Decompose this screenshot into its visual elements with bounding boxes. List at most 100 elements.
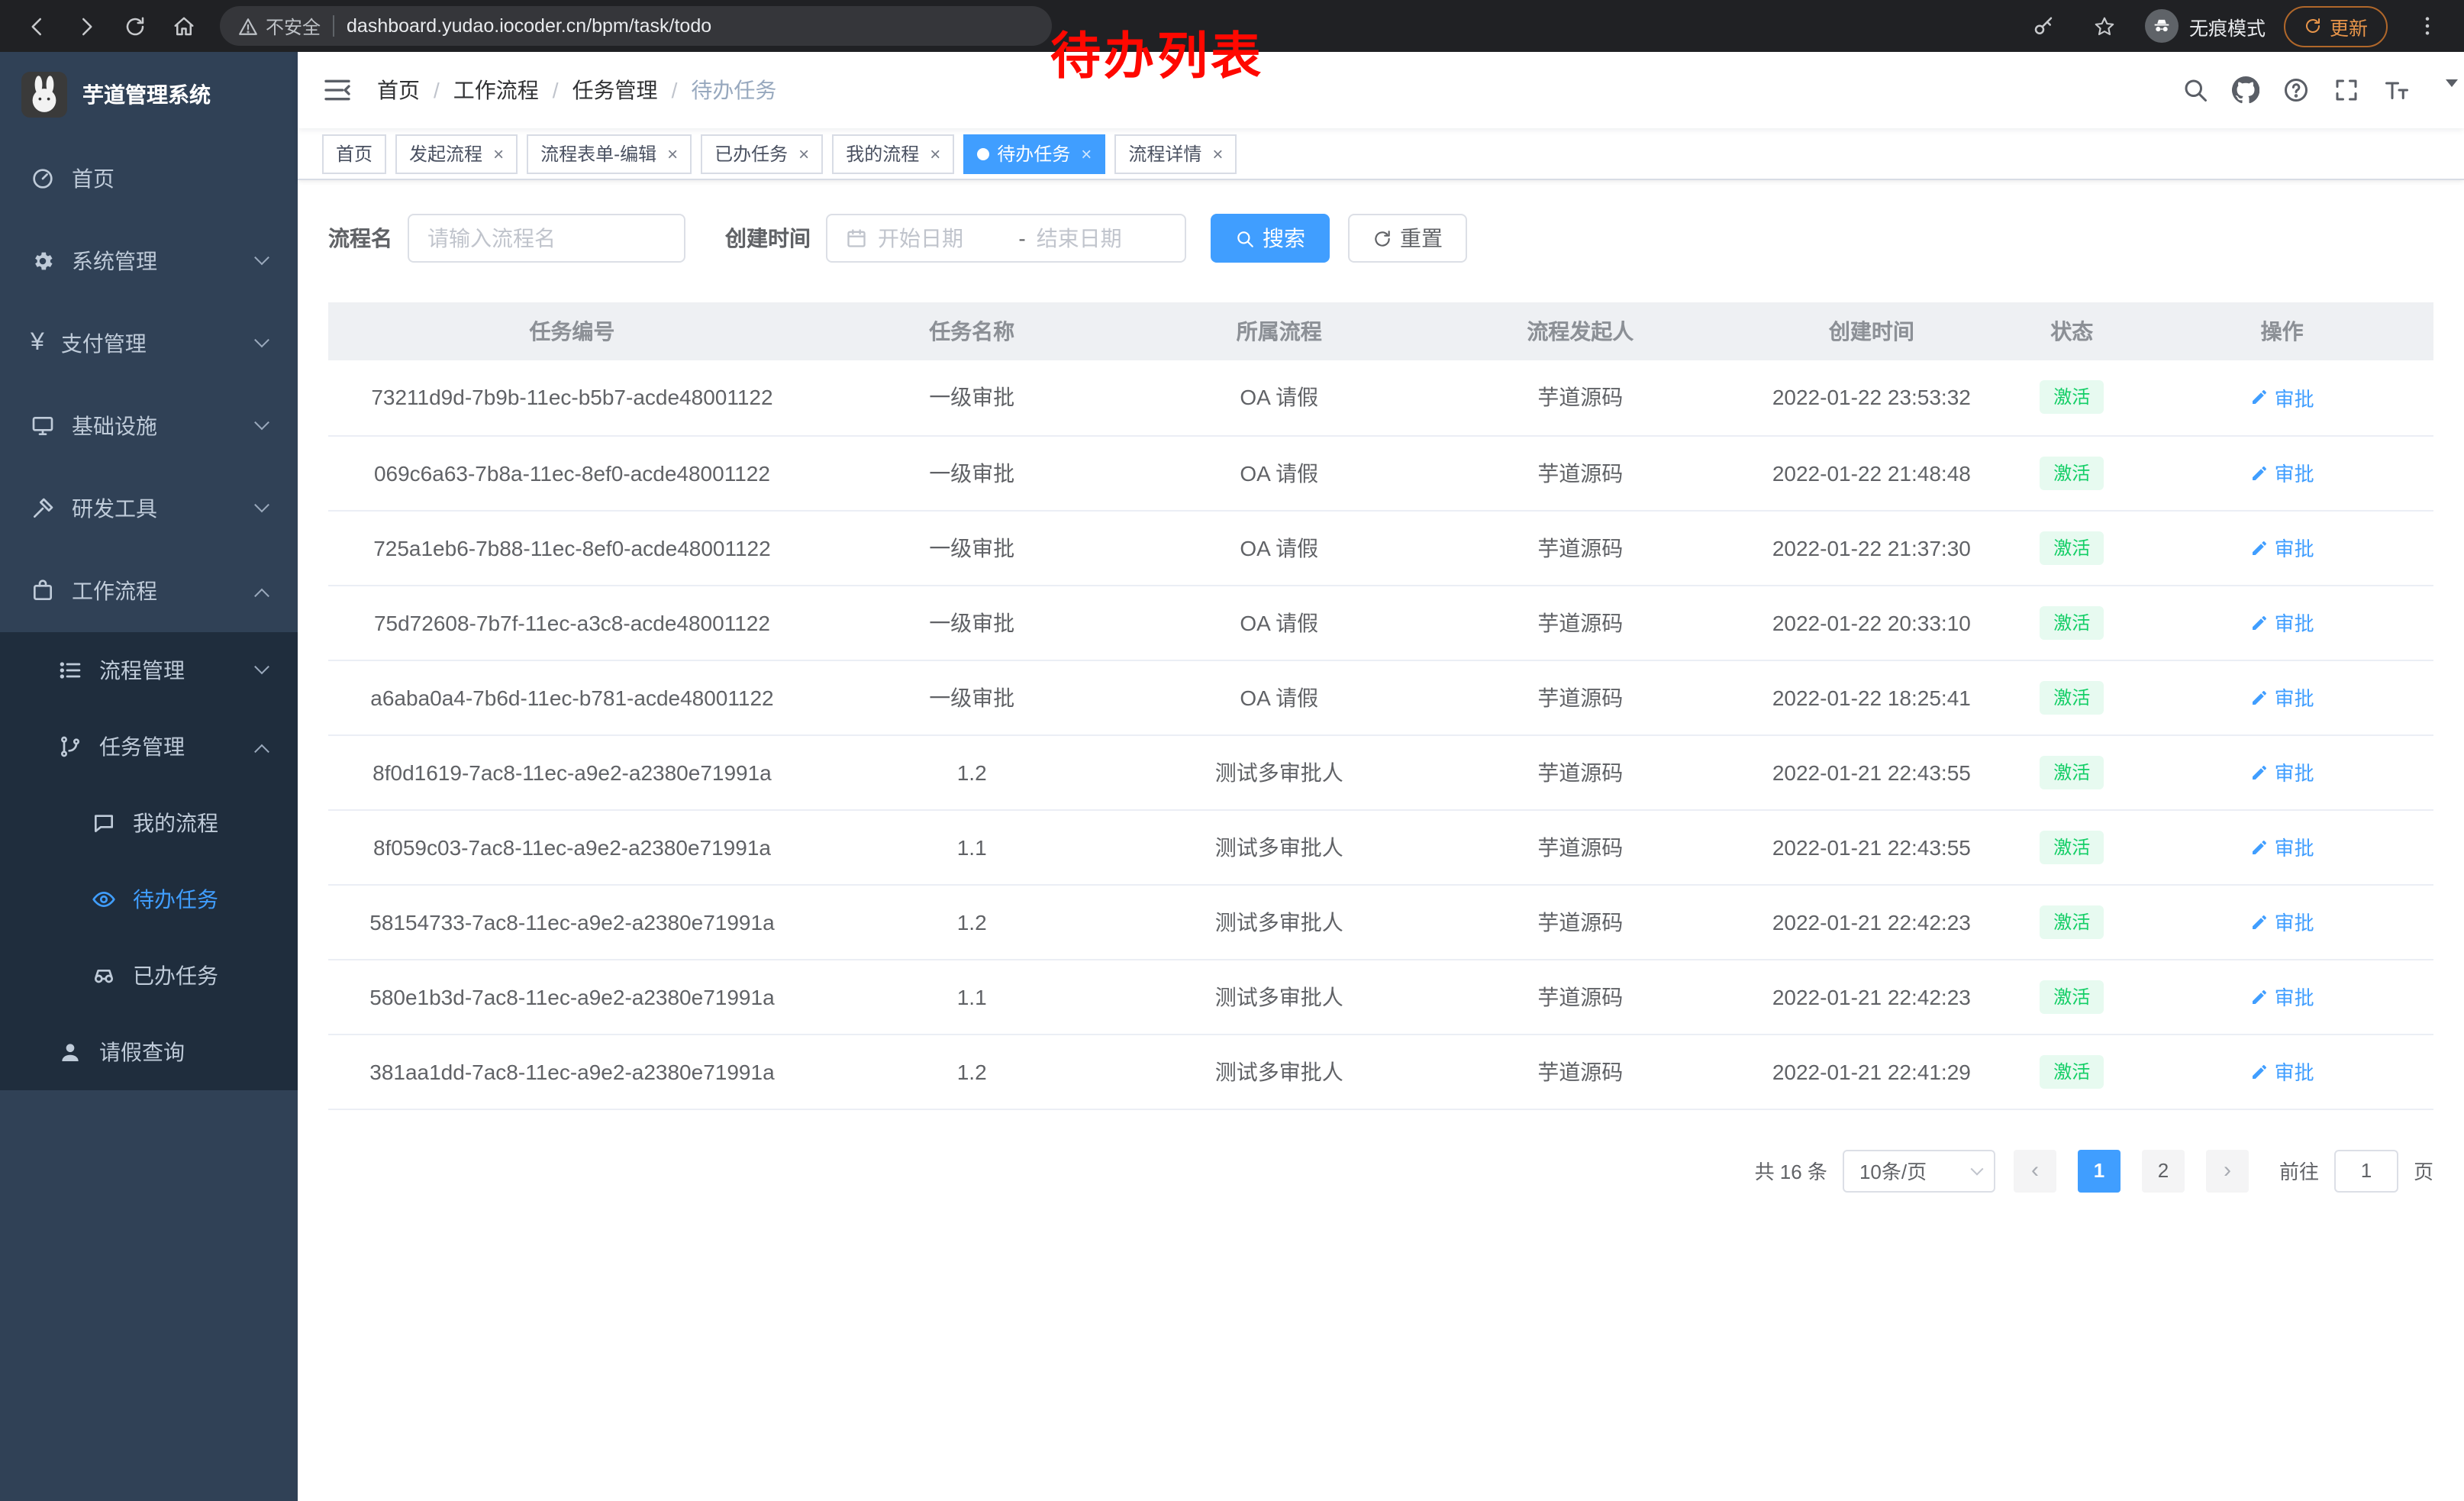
approve-button[interactable]: 审批 — [2250, 458, 2314, 487]
font-size-button[interactable] — [2383, 76, 2411, 104]
sidebar-item-task-mgmt[interactable]: 任务管理 — [0, 709, 298, 785]
glasses-icon — [92, 964, 116, 988]
sidebar-item-payment[interactable]: ¥ 支付管理 — [0, 302, 298, 385]
sidebar-item-todo-tasks[interactable]: 待办任务 — [0, 861, 298, 938]
breadcrumb-task-mgmt[interactable]: 任务管理 — [572, 75, 658, 105]
chevron-down-icon — [254, 414, 269, 429]
close-icon[interactable]: × — [667, 144, 678, 163]
sidebar-item-system[interactable]: 系统管理 — [0, 220, 298, 302]
address-bar[interactable]: 不安全 dashboard.yudao.iocoder.cn/bpm/task/… — [220, 6, 1052, 46]
cell-task-id: 725a1eb6-7b88-11ec-8ef0-acde48001122 — [328, 510, 816, 585]
breadcrumb-home[interactable]: 首页 — [377, 75, 420, 105]
chevron-down-icon — [1970, 1162, 1983, 1175]
tab-process-form-edit[interactable]: 流程表单-编辑 × — [527, 134, 692, 173]
sidebar-item-process-mgmt[interactable]: 流程管理 — [0, 632, 298, 709]
breadcrumb: 首页 / 工作流程 / 任务管理 / 待办任务 — [377, 75, 776, 105]
page-button-1[interactable]: 1 — [2078, 1149, 2121, 1192]
col-initiator: 流程发起人 — [1430, 302, 1730, 360]
password-key-button[interactable] — [2023, 5, 2066, 47]
refresh-button[interactable] — [113, 5, 156, 47]
approve-button[interactable]: 审批 — [2250, 683, 2314, 712]
close-icon[interactable]: × — [930, 144, 940, 163]
approve-button[interactable]: 审批 — [2250, 982, 2314, 1011]
edit-icon — [2250, 538, 2269, 557]
approve-button[interactable]: 审批 — [2250, 1057, 2314, 1086]
sidebar-toggle-button[interactable] — [322, 75, 353, 105]
approve-button[interactable]: 审批 — [2250, 832, 2314, 861]
sidebar-item-workflow[interactable]: 工作流程 — [0, 550, 298, 632]
forward-button[interactable] — [64, 5, 107, 47]
prev-page-button[interactable]: ‹ — [2014, 1149, 2056, 1192]
goto-page-input[interactable] — [2334, 1149, 2398, 1192]
end-date-placeholder[interactable]: 结束日期 — [1037, 223, 1166, 253]
sidebar-item-done-tasks[interactable]: 已办任务 — [0, 938, 298, 1014]
process-name-field — [408, 214, 685, 263]
start-date-placeholder[interactable]: 开始日期 — [878, 223, 1008, 253]
person-icon — [58, 1040, 82, 1064]
tab-done-tasks[interactable]: 已办任务 × — [701, 134, 823, 173]
process-name-input[interactable] — [427, 226, 666, 250]
logo-rabbit-icon — [21, 72, 67, 118]
approve-button[interactable]: 审批 — [2250, 608, 2314, 637]
pagination-total: 共 16 条 — [1755, 1156, 1827, 1185]
date-range-picker[interactable]: 开始日期 - 结束日期 — [826, 214, 1186, 263]
refresh-icon — [123, 15, 146, 37]
goto-unit-label: 页 — [2414, 1156, 2433, 1185]
breadcrumb-separator: / — [553, 78, 559, 102]
cell-task-id: 58154733-7ac8-11ec-a9e2-a2380e71991a — [328, 884, 816, 959]
cell-initiator: 芋道源码 — [1430, 959, 1730, 1034]
help-button[interactable] — [2282, 76, 2310, 104]
update-label: 更新 — [2330, 11, 2368, 40]
close-icon[interactable]: × — [1212, 144, 1223, 163]
table-header: 任务编号 任务名称 所属流程 流程发起人 创建时间 状态 操作 — [328, 302, 2433, 360]
page-button-2[interactable]: 2 — [2142, 1149, 2185, 1192]
back-button[interactable] — [15, 5, 58, 47]
github-icon — [2232, 76, 2259, 104]
cell-created: 2022-01-22 21:48:48 — [1730, 435, 2014, 510]
tab-home[interactable]: 首页 — [322, 134, 386, 173]
header-search-button[interactable] — [2182, 76, 2209, 104]
workflow-icon — [31, 579, 55, 603]
table-row: 8f059c03-7ac8-11ec-a9e2-a2380e71991a 1.1… — [328, 809, 2433, 884]
cell-initiator: 芋道源码 — [1430, 510, 1730, 585]
sidebar-item-leave-query[interactable]: 请假查询 — [0, 1014, 298, 1090]
close-icon[interactable]: × — [798, 144, 809, 163]
status-badge: 激活 — [2040, 381, 2104, 415]
sidebar-item-infra[interactable]: 基础设施 — [0, 385, 298, 467]
status-badge: 激活 — [2040, 905, 2104, 938]
page-size-select[interactable]: 10条/页 — [1843, 1149, 1995, 1192]
approve-button[interactable]: 审批 — [2250, 383, 2314, 412]
update-button[interactable]: 更新 — [2284, 5, 2388, 47]
github-button[interactable] — [2232, 76, 2259, 104]
approve-button[interactable]: 审批 — [2250, 757, 2314, 786]
approve-button[interactable]: 审批 — [2250, 907, 2314, 936]
forward-icon — [74, 15, 97, 37]
home-button[interactable] — [162, 5, 205, 47]
bookmark-button[interactable] — [2084, 5, 2127, 47]
sidebar-item-home[interactable]: 首页 — [0, 137, 298, 220]
reset-button[interactable]: 重置 — [1348, 214, 1467, 263]
fullscreen-button[interactable] — [2333, 76, 2360, 104]
next-page-button[interactable]: › — [2206, 1149, 2249, 1192]
cell-initiator: 芋道源码 — [1430, 884, 1730, 959]
app-logo[interactable]: 芋道管理系统 — [0, 52, 298, 137]
incognito-badge[interactable]: 无痕模式 — [2145, 9, 2266, 43]
tab-my-process[interactable]: 我的流程 × — [832, 134, 954, 173]
tab-start-process[interactable]: 发起流程 × — [395, 134, 518, 173]
security-warning[interactable]: 不安全 — [238, 13, 321, 39]
browser-menu-button[interactable] — [2406, 5, 2449, 47]
breadcrumb-workflow[interactable]: 工作流程 — [453, 75, 539, 105]
cell-process: OA 请假 — [1127, 660, 1430, 734]
close-icon[interactable]: × — [1081, 144, 1092, 163]
close-icon[interactable]: × — [493, 144, 504, 163]
search-button[interactable]: 搜索 — [1211, 214, 1330, 263]
cell-created: 2022-01-22 20:33:10 — [1730, 585, 2014, 660]
tab-todo-tasks[interactable]: 待办任务 × — [963, 134, 1105, 173]
tab-process-detail[interactable]: 流程详情 × — [1114, 134, 1237, 173]
sidebar-item-my-process[interactable]: 我的流程 — [0, 785, 298, 861]
status-badge: 激活 — [2040, 980, 2104, 1013]
approve-button[interactable]: 审批 — [2250, 533, 2314, 562]
main-area: 首页 / 工作流程 / 任务管理 / 待办任务 — [298, 52, 2464, 1501]
sidebar-item-devtools[interactable]: 研发工具 — [0, 467, 298, 550]
col-task-id: 任务编号 — [328, 302, 816, 360]
